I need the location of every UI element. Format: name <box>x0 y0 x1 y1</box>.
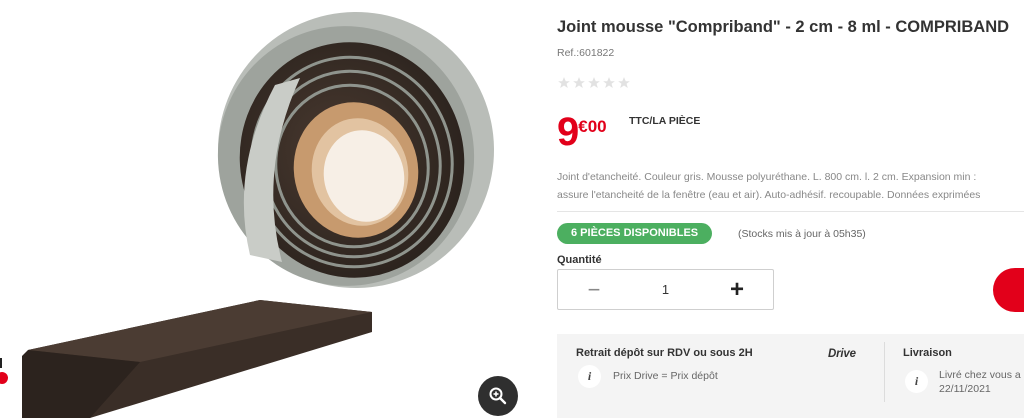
shipping-title: Livraison <box>903 347 952 359</box>
delivery-options: Retrait dépôt sur RDV ou sous 2H Drive i… <box>557 334 1024 418</box>
product-image-area <box>0 0 540 418</box>
description-line: Joint d'etancheité. Couleur gris. Mousse… <box>557 171 977 183</box>
thumbnail-edge-marker <box>0 358 2 368</box>
description-line: assure l'etancheité de la fenêtre (eau e… <box>557 189 981 201</box>
price-cents: 00 <box>587 117 607 136</box>
price-integer: 9 <box>557 110 579 154</box>
quantity-decrease-button[interactable]: − <box>558 270 630 309</box>
product-image <box>22 12 494 418</box>
star-icon <box>588 77 600 88</box>
pickup-info-text: Prix Drive = Prix dépôt <box>613 370 718 382</box>
product-description: Joint d'etancheité. Couleur gris. Mousse… <box>557 168 1024 204</box>
quantity-input[interactable]: 1 <box>630 282 701 297</box>
zoom-button[interactable] <box>478 376 518 416</box>
star-icon <box>603 77 615 88</box>
quantity-increase-button[interactable]: + <box>701 270 773 309</box>
add-to-cart-button[interactable] <box>993 268 1024 312</box>
star-icon <box>558 77 570 88</box>
info-icon[interactable]: i <box>578 365 601 388</box>
stock-update-note: (Stocks mis à jour à 05h35) <box>738 228 866 240</box>
rating-stars[interactable] <box>557 76 631 90</box>
product-price: 9 € 00 <box>557 112 607 152</box>
product-title: Joint mousse "Compriband" - 2 cm - 8 ml … <box>557 18 1010 36</box>
quantity-stepper: − 1 + <box>557 269 774 310</box>
drive-logo: Drive <box>828 348 856 360</box>
shipping-line: Livré chez vous a <box>939 369 1021 381</box>
star-icon <box>618 77 630 88</box>
shipping-info-text: Livré chez vous a 22/11/2021 <box>939 368 1021 396</box>
zoom-in-icon <box>489 387 507 405</box>
product-reference: Ref.:601822 <box>557 47 615 59</box>
price-currency: € <box>578 117 588 136</box>
pickup-title: Retrait dépôt sur RDV ou sous 2H <box>576 347 753 359</box>
stock-badge: 6 PIÈCES DISPONIBLES <box>557 223 713 244</box>
star-icon <box>573 77 585 88</box>
shipping-date: 22/11/2021 <box>939 383 991 395</box>
quantity-label: Quantité <box>557 254 602 266</box>
price-unit: TTC/LA PIÈCE <box>629 115 701 127</box>
info-icon[interactable]: i <box>905 370 928 393</box>
delivery-separator <box>884 342 885 402</box>
divider <box>557 211 1024 212</box>
product-panel: Joint mousse "Compriband" - 2 cm - 8 ml … <box>557 0 1024 418</box>
